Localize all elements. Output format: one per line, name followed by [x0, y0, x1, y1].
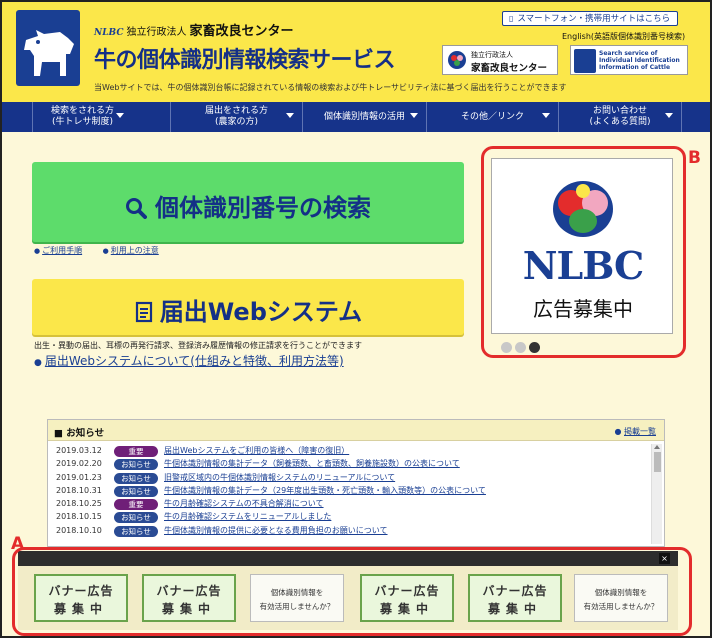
usage-notes-link[interactable]: 利用上の注意 [111, 246, 159, 255]
nav-item-label: お問い合わせ [592, 106, 647, 116]
nlbc-mark-icon [448, 51, 466, 69]
news-title-text: お知らせ [66, 428, 105, 439]
news-badge: 重要 [114, 446, 158, 457]
nlbc-badge-line2: 家畜改良センター [471, 63, 548, 74]
news-date: 2019.03.12 [56, 446, 102, 455]
news-item: 2018.10.25 重要 牛の月齢確認システムの不具合解消について [56, 498, 650, 511]
nav-item-sub: (牛トレサ制度) [51, 117, 114, 127]
mobile-site-link[interactable]: ▯ スマートフォン・携帯用サイトはこちら [502, 11, 678, 26]
chevron-right-icon: ● [34, 358, 42, 368]
chevron-right-icon: ● [614, 427, 624, 436]
nav-item-label: その他／リンク [460, 112, 524, 122]
news-item: 2019.01.23 お知らせ 旧警戒区域内の牛個体識別情報システムのリニューアルに… [56, 472, 650, 485]
search-icon [126, 198, 147, 219]
usage-guide-link[interactable]: ご利用手順 [42, 246, 82, 255]
news-badge: お知らせ [114, 472, 158, 484]
nlbc-badge-line1: 独立行政法人 [471, 51, 513, 59]
news-date: 2018.10.31 [56, 485, 102, 495]
notification-system-about-text: 届出Webシステムについて(仕組みと特徴、利用方法等) [44, 354, 344, 368]
org-mark: NLBC [94, 28, 124, 38]
news-date: 2018.10.15 [56, 512, 102, 522]
org-name: 家畜改良センター [189, 24, 294, 39]
news-date: 2018.10.10 [56, 525, 102, 535]
news-badge: お知らせ [114, 459, 158, 471]
news-item: 2019.02.20 お知らせ 牛個体識別情報の集計データ（飼養頭数、と畜頭数、飼養… [56, 458, 650, 471]
nav-item-sub: (よくある質問) [589, 117, 651, 127]
news-badge: 重要 [114, 499, 158, 511]
mobile-site-label: スマートフォン・携帯用サイトはこちら [517, 14, 671, 24]
news-item: 2018.10.10 お知らせ 牛個体識別情報の提供に必要となる費用負担のお願いにつ… [56, 525, 650, 538]
news-header: ■ お知らせ ● 掲載一覧 [48, 420, 664, 441]
id-search-label-wrap: 個体識別番号の検索 [32, 188, 464, 223]
caret-down-icon [542, 113, 550, 118]
notification-system-label-wrap: 届出Webシステム [32, 292, 464, 327]
annotation-label-a: A [11, 534, 25, 554]
chevron-right-icon: ● [102, 247, 109, 255]
english-link[interactable]: English(英語版個体識別番号検索) [562, 31, 685, 42]
scrollbar-thumb[interactable] [654, 452, 661, 472]
scroll-up-icon[interactable] [654, 445, 660, 449]
news-item: 2018.10.15 お知らせ 牛の月齢確認システムをリニューアルしました [56, 511, 650, 524]
chevron-right-icon: ● [34, 247, 41, 255]
nav-item-utilize[interactable]: 個体識別情報の活用 [302, 102, 426, 132]
nav-item-search[interactable]: 検索をされる方 (牛トレサ制度) [32, 102, 132, 132]
notification-system-about-link[interactable]: ● 届出Webシステムについて(仕組みと特徴、利用方法等) [34, 352, 344, 369]
news-badge: お知らせ [114, 485, 158, 497]
english-badge-text: Search service of Individual Identificat… [599, 50, 680, 71]
nav-item-sub: (農家の方) [214, 117, 259, 127]
caret-down-icon [410, 113, 418, 118]
news-item: 2019.03.12 重要 届出Webシステムをご利用の皆様へ（障害の復旧） [56, 445, 650, 458]
news-all-text: 掲載一覧 [624, 427, 656, 436]
notification-system-label: 届出Webシステム [159, 298, 363, 326]
news-link[interactable]: 牛の月齢確認システムの不具合解消について [164, 498, 324, 510]
cow-badge-icon [574, 49, 596, 73]
nav-item-notify[interactable]: 届出をされる方 (農家の方) [170, 102, 302, 132]
news-link[interactable]: 届出Webシステムをご利用の皆様へ（障害の復旧） [164, 445, 349, 457]
site-title[interactable]: 牛の個体識別情報検索サービス [94, 42, 396, 74]
news-badge: お知らせ [114, 512, 158, 524]
nav-item-other[interactable]: その他／リンク [426, 102, 558, 132]
news-panel: ■ お知らせ ● 掲載一覧 2019.03.12 重要 届出Webシステムをご利用の… [47, 419, 665, 547]
news-link[interactable]: 牛個体識別情報の集計データ（飼養頭数、と畜頭数、飼養施設数）の公表について [164, 458, 460, 470]
page-frame: NLBC 独立行政法人 家畜改良センター 牛の個体識別情報検索サービス 当Webサイ… [0, 0, 712, 638]
news-link[interactable]: 牛個体識別情報の提供に必要となる費用負担のお願いについて [164, 525, 388, 537]
site-header: NLBC 独立行政法人 家畜改良センター 牛の個体識別情報検索サービス 当Webサイ… [2, 2, 710, 102]
news-link[interactable]: 牛個体識別情報の集計データ（29年度出生頭数・死亡頭数・輸入頭数等）の公表につい… [164, 485, 486, 497]
news-date: 2019.01.23 [56, 472, 102, 482]
news-link[interactable]: 牛の月齢確認システムをリニューアルしました [164, 511, 331, 523]
smartphone-icon: ▯ [509, 14, 514, 23]
nav-item-label: 個体識別情報の活用 [323, 112, 405, 122]
id-search-label: 個体識別番号の検索 [155, 194, 371, 222]
english-badge[interactable]: Search service of Individual Identificat… [570, 45, 688, 75]
help-links: ● ご利用手順 ● 利用上の注意 [34, 245, 177, 256]
news-icon: ■ [54, 428, 67, 439]
document-icon [135, 301, 152, 323]
caret-down-icon [116, 113, 124, 118]
caret-down-icon [286, 113, 294, 118]
annotation-label-b: B [688, 148, 701, 168]
news-date: 2019.02.20 [56, 459, 102, 469]
news-date: 2018.10.25 [56, 499, 102, 509]
nav-item-contact[interactable]: お問い合わせ (よくある質問) [558, 102, 682, 132]
news-title: ■ お知らせ [54, 425, 104, 439]
caret-down-icon [665, 113, 673, 118]
main-nav: 検索をされる方 (牛トレサ制度) 届出をされる方 (農家の方) 個体識別情報の活… [2, 102, 710, 132]
nav-item-label: 届出をされる方 [204, 106, 268, 116]
org-line: NLBC 独立行政法人 家畜改良センター [94, 20, 294, 39]
annotation-box-a [12, 547, 692, 636]
news-badge: お知らせ [114, 525, 158, 537]
news-link[interactable]: 旧警戒区域内の牛個体識別情報システムのリニューアルについて [164, 472, 395, 484]
news-list: 2019.03.12 重要 届出Webシステムをご利用の皆様へ（障害の復旧） 201… [56, 445, 650, 538]
org-type: 独立行政法人 [126, 27, 187, 38]
id-search-button[interactable]: 個体識別番号の検索 [32, 162, 464, 242]
notification-system-button[interactable]: 届出Webシステム [32, 279, 464, 335]
cow-logo-icon[interactable] [16, 10, 80, 86]
nlbc-badge[interactable]: 独立行政法人 家畜改良センター [442, 45, 558, 75]
news-all-link[interactable]: ● 掲載一覧 [614, 426, 656, 437]
annotation-box-b [481, 146, 686, 358]
header-description: 当Webサイトでは、牛の個体識別台帳に記録されている情報の検索および牛トレーサビ… [94, 83, 567, 92]
notification-system-description: 出生・異動の届出、耳標の再発行請求、登録済み履歴情報の修正請求を行うことができま… [34, 341, 362, 350]
news-item: 2018.10.31 お知らせ 牛個体識別情報の集計データ（29年度出生頭数・死亡頭… [56, 485, 650, 498]
news-scrollbar[interactable] [651, 444, 662, 544]
